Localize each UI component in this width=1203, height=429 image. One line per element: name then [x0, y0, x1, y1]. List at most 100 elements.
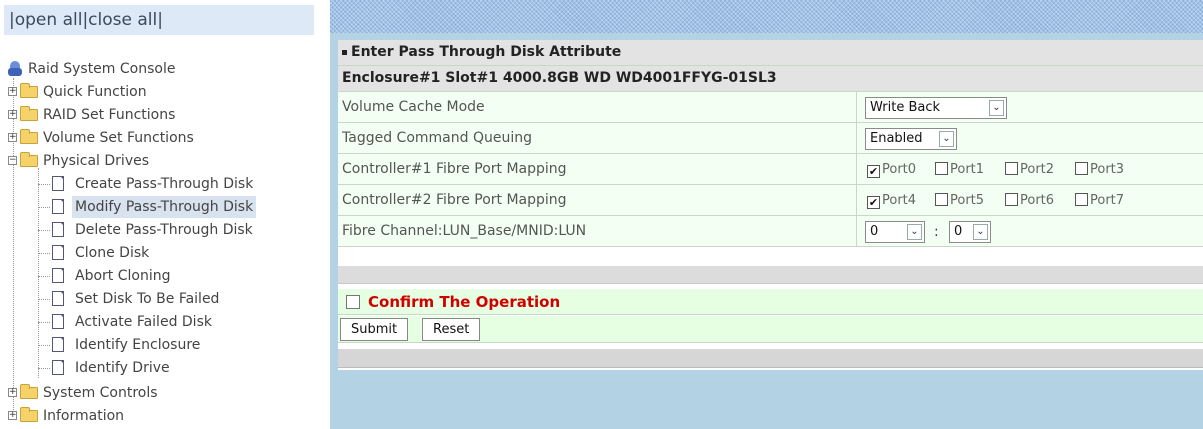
- folder-label: Quick Function: [43, 84, 147, 100]
- tree-item-label-selected: Modify Pass-Through Disk: [72, 196, 257, 218]
- expand-plus-icon[interactable]: +: [8, 411, 17, 420]
- cache-mode-cell: Write Back ⌄: [856, 92, 1203, 122]
- lun-row: Fibre Channel:LUN_Base/MNID:LUN 0 ⌄ : 0 …: [338, 216, 1203, 247]
- lun-base-select[interactable]: 0 ⌄: [865, 221, 925, 243]
- ctrl1-mapping-row: Controller#1 Fibre Port Mapping ✔ Port0 P…: [338, 154, 1203, 185]
- open-all-link[interactable]: open all: [15, 10, 83, 30]
- tcq-select[interactable]: Enabled ⌄: [865, 128, 957, 150]
- lun-base-value: 0: [870, 224, 879, 239]
- tcq-label: Tagged Command Queuing: [342, 130, 532, 146]
- tree-item-label: Delete Pass-Through Disk: [75, 222, 253, 238]
- cache-mode-label: Volume Cache Mode: [342, 99, 485, 115]
- folder-icon: [20, 83, 38, 98]
- folder-label: Physical Drives: [43, 153, 150, 169]
- folder-label: RAID Set Functions: [43, 107, 176, 123]
- page-icon: [52, 337, 64, 352]
- tree-toolbar: |open all|close all|: [4, 5, 314, 35]
- tree-item-label: Abort Cloning: [75, 268, 171, 284]
- port-label: Port6: [1020, 193, 1055, 208]
- lun-value: 0: [954, 224, 963, 239]
- tree-connector: [38, 230, 50, 231]
- confirm-row: Confirm The Operation: [338, 289, 1203, 315]
- reset-button[interactable]: Reset: [422, 318, 481, 341]
- tree-connector: [38, 322, 50, 323]
- port-label: Port1: [950, 162, 985, 177]
- tree-connector: [38, 168, 39, 378]
- close-all-link[interactable]: close all: [88, 10, 157, 30]
- ctrl1-mapping-label: Controller#1 Fibre Port Mapping: [342, 161, 567, 177]
- ctrl2-mapping-label: Controller#2 Fibre Port Mapping: [342, 192, 567, 208]
- checkbox-icon[interactable]: [1075, 193, 1088, 206]
- separator: |: [157, 10, 163, 30]
- checkbox-icon[interactable]: [935, 162, 948, 175]
- port5-checkbox[interactable]: Port5: [935, 193, 984, 208]
- tree-item-label: Identify Enclosure: [75, 337, 201, 353]
- expand-plus-icon[interactable]: +: [8, 133, 17, 142]
- checkbox-icon[interactable]: [1005, 162, 1018, 175]
- page-icon: [52, 222, 64, 237]
- tree-connector: [38, 207, 50, 208]
- folder-open-icon: [20, 152, 38, 167]
- checkbox-icon[interactable]: [1005, 193, 1018, 206]
- tree-connector: [13, 78, 14, 418]
- port-label: Port7: [1090, 193, 1125, 208]
- tree-connector: [38, 184, 50, 185]
- lun-select[interactable]: 0 ⌄: [949, 221, 991, 243]
- tree-connector: [38, 253, 50, 254]
- checkbox-icon[interactable]: [1075, 162, 1088, 175]
- port2-checkbox[interactable]: Port2: [1005, 162, 1054, 177]
- port-label: Port4: [882, 193, 917, 208]
- spacer-band: [338, 266, 1203, 284]
- disk-header: Enclosure#1 Slot#1 4000.8GB WD WD4001FFY…: [342, 70, 777, 86]
- port0-checkbox[interactable]: ✔ Port0: [867, 162, 916, 178]
- ctrl1-ports-cell: ✔ Port0 Port1 Port2 Port3: [856, 154, 1203, 184]
- lun-label: Fibre Channel:LUN_Base/MNID:LUN: [342, 223, 587, 239]
- checkbox-icon[interactable]: [935, 193, 948, 206]
- tree-item-label: Set Disk To Be Failed: [75, 291, 220, 307]
- tree-connector: [38, 276, 50, 277]
- navigation-pane: |open all|close all| Raid System Console…: [0, 0, 318, 429]
- header-pattern-band: [330, 0, 1203, 33]
- submit-button[interactable]: Submit: [340, 318, 409, 341]
- tree-root-label: Raid System Console: [28, 61, 176, 77]
- tcq-cell: Enabled ⌄: [856, 123, 1203, 153]
- expand-plus-icon[interactable]: +: [8, 110, 17, 119]
- expand-plus-icon[interactable]: +: [8, 388, 17, 397]
- folder-icon: [20, 384, 38, 399]
- footer-band: [338, 349, 1203, 368]
- bullet-icon: [342, 49, 347, 55]
- checkbox-checked-icon[interactable]: ✔: [867, 196, 880, 209]
- port3-checkbox[interactable]: Port3: [1075, 162, 1124, 177]
- pass-through-form: Enter Pass Through Disk Attribute Enclos…: [338, 40, 1203, 370]
- expand-plus-icon[interactable]: +: [8, 87, 17, 96]
- chevron-down-icon[interactable]: ⌄: [989, 100, 1004, 116]
- port-label: Port3: [1090, 162, 1125, 177]
- collapse-minus-icon[interactable]: −: [8, 156, 17, 165]
- cache-mode-row: Volume Cache Mode Write Back ⌄: [338, 92, 1203, 123]
- ctrl2-mapping-row: Controller#2 Fibre Port Mapping ✔ Port4 P…: [338, 185, 1203, 216]
- page-icon: [52, 291, 64, 306]
- folder-label: System Controls: [43, 385, 158, 401]
- tcq-row: Tagged Command Queuing Enabled ⌄: [338, 123, 1203, 154]
- tree-item-label: Activate Failed Disk: [75, 314, 212, 330]
- port4-checkbox[interactable]: ✔ Port4: [867, 193, 916, 209]
- tree-item-label: Identify Drive: [75, 360, 170, 376]
- chevron-down-icon[interactable]: ⌄: [973, 224, 988, 240]
- button-row: Submit Reset: [338, 316, 1203, 343]
- cache-mode-select[interactable]: Write Back ⌄: [865, 97, 1007, 119]
- page-icon: [52, 314, 64, 329]
- tree-item-label: Create Pass-Through Disk: [75, 176, 254, 192]
- page-icon: [52, 199, 64, 214]
- checkbox-checked-icon[interactable]: ✔: [867, 165, 880, 178]
- port6-checkbox[interactable]: Port6: [1005, 193, 1054, 208]
- chevron-down-icon[interactable]: ⌄: [907, 224, 922, 240]
- tree-connector: [38, 368, 50, 369]
- ctrl2-ports-cell: ✔ Port4 Port5 Port6 Port7: [856, 185, 1203, 215]
- confirm-checkbox[interactable]: [346, 295, 360, 309]
- port7-checkbox[interactable]: Port7: [1075, 193, 1124, 208]
- chevron-down-icon[interactable]: ⌄: [939, 131, 954, 147]
- page-icon: [52, 360, 64, 375]
- port1-checkbox[interactable]: Port1: [935, 162, 984, 177]
- cache-mode-value: Write Back: [870, 100, 941, 115]
- port-label: Port0: [882, 162, 917, 177]
